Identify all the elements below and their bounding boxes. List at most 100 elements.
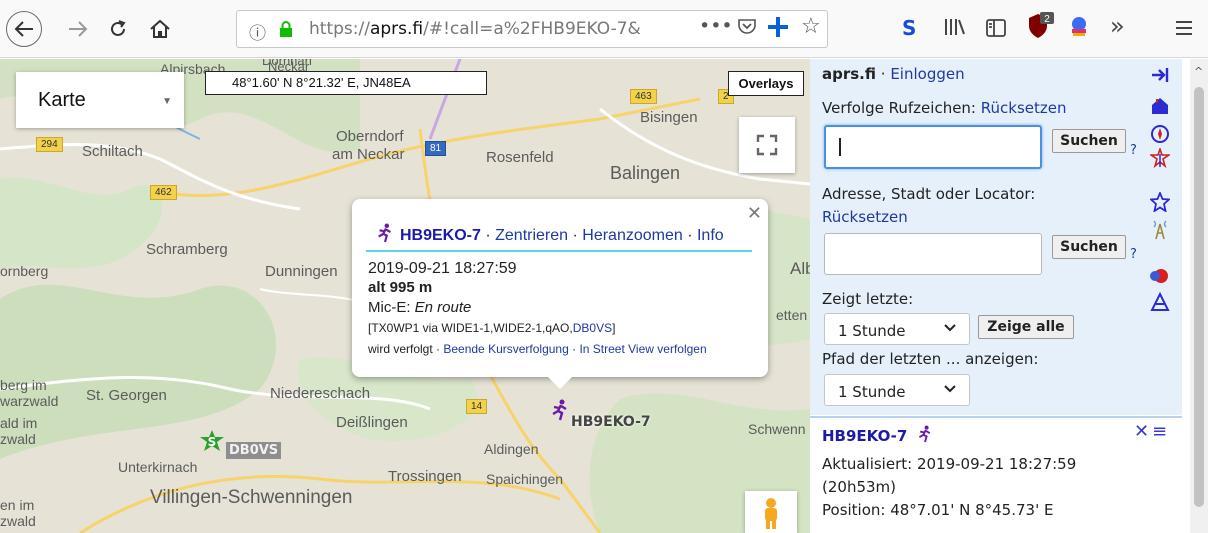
runner-icon — [918, 425, 930, 443]
place-label: Niedereschach — [270, 385, 371, 402]
path-prefix: [TX0WP1 via WIDE1-1,WIDE2-1,qAO, — [368, 321, 573, 335]
callsign-input[interactable] — [824, 125, 1042, 169]
antenna-star-icon[interactable] — [1148, 146, 1172, 170]
show-all-button[interactable]: Zeige alle — [978, 315, 1074, 339]
lock-icon[interactable] — [279, 21, 293, 37]
map-type-select[interactable]: Karte ▼ — [16, 72, 184, 128]
path-duration-value: 1 Stunde — [838, 383, 906, 401]
ublock-badge-count: 2 — [1044, 14, 1050, 25]
weather-icon[interactable] — [1148, 266, 1172, 288]
house-icon[interactable] — [1148, 96, 1172, 118]
triangle-icon[interactable] — [1148, 291, 1172, 314]
position-text: Position: 48°7.01' N 8°45.73' E — [822, 501, 1054, 519]
ublock-icon[interactable]: 2 — [1026, 10, 1056, 45]
info-icon[interactable]: ⓘ — [249, 19, 266, 44]
station-header: HB9EKO-7 — [822, 425, 933, 445]
sidebar-icon[interactable] — [986, 18, 1006, 42]
road-shield: 81 — [425, 141, 447, 156]
show-last-value: 1 Stunde — [838, 322, 906, 340]
stop-tracking-link[interactable]: Beende Kursverfolgung — [443, 342, 568, 356]
popup-header: HB9EKO-7 · Zentrieren · Heranzoomen · In… — [376, 223, 724, 245]
scrollbar-thumb[interactable] — [1194, 87, 1204, 507]
plus-icon[interactable] — [765, 14, 791, 45]
url-prefix: https:// — [309, 19, 370, 39]
search-button[interactable]: Suchen — [1052, 129, 1126, 153]
reset-link[interactable]: Rücksetzen — [981, 99, 1067, 117]
station-info-popup: ✕ HB9EKO-7 · Zentrieren · Heranzoomen · … — [352, 199, 768, 389]
address-input[interactable] — [824, 233, 1042, 275]
fullscreen-icon[interactable] — [739, 117, 795, 173]
extension-icon[interactable] — [1068, 14, 1090, 43]
forward-arrow-icon[interactable] — [60, 11, 96, 47]
search-address-button[interactable]: Suchen — [1052, 235, 1126, 259]
station-marker[interactable] — [550, 399, 570, 425]
updated-ago-text: (20h53m) — [822, 478, 896, 496]
place-label: Villingen-Schwenningen — [150, 487, 353, 508]
place-label: Rosenfeld — [486, 149, 554, 166]
more-icon[interactable]: ••• — [699, 15, 733, 37]
place-label: St. Georgen — [86, 387, 167, 404]
site-name: aprs.fi — [822, 65, 877, 83]
station-label[interactable]: DB0VS — [226, 442, 282, 459]
station-callsign[interactable]: HB9EKO-7 — [822, 427, 907, 445]
hamburger-menu-icon[interactable] — [1174, 18, 1194, 42]
popup-altitude: alt 995 m — [368, 279, 433, 296]
station-marker[interactable]: S — [198, 429, 226, 457]
separator: · — [568, 227, 583, 244]
help-link[interactable]: ? — [1130, 247, 1137, 262]
place-label: Trossingen — [388, 468, 462, 485]
menu-icon[interactable]: ≡ — [1152, 421, 1167, 442]
popup-timestamp: 2019-09-21 18:27:59 — [368, 260, 517, 277]
reset-address-link[interactable]: Rücksetzen — [822, 208, 908, 226]
separator: · — [682, 227, 697, 244]
sidebar-s-icon[interactable]: S — [902, 16, 916, 40]
close-icon[interactable]: ✕ — [747, 203, 762, 224]
path-link-db0vs[interactable]: DB0VS — [573, 321, 612, 335]
street-view-pegman-icon[interactable] — [745, 491, 797, 533]
url-bar[interactable]: ⓘ https://aprs.fi/#!call=a%2FHB9EKO-7& •… — [236, 10, 828, 48]
place-label: zwald — [0, 431, 36, 447]
station-label[interactable]: HB9EKO-7 — [571, 414, 651, 430]
popup-callsign[interactable]: HB9EKO-7 — [400, 227, 481, 244]
place-label: ornberg — [0, 263, 49, 279]
place-label: Aldingen — [484, 441, 539, 457]
path-duration-select[interactable]: 1 Stunde — [824, 374, 970, 406]
compass-icon[interactable] — [1148, 124, 1172, 146]
show-last-select[interactable]: 1 Stunde — [824, 313, 970, 345]
separator: · — [432, 342, 444, 356]
popup-divider — [366, 250, 752, 252]
collapse-arrow-icon[interactable] — [1148, 66, 1172, 88]
mice-label: Mic-E: — [368, 299, 415, 316]
updated-text: Aktualisiert: 2019-09-21 18:27:59 — [822, 455, 1077, 473]
sidebar-icon-rail — [1148, 62, 1178, 322]
pocket-icon[interactable] — [737, 16, 757, 41]
help-link[interactable]: ? — [1130, 143, 1137, 158]
home-icon[interactable] — [142, 11, 178, 47]
reload-icon[interactable] — [100, 11, 136, 47]
center-link[interactable]: Zentrieren — [495, 227, 568, 244]
info-link[interactable]: Info — [697, 227, 724, 244]
svg-text:S: S — [208, 435, 217, 449]
star-icon[interactable] — [1148, 190, 1172, 214]
map-type-value: Karte — [38, 88, 86, 111]
street-view-link[interactable]: In Street View verfolgen — [579, 342, 706, 356]
place-label: Schramberg — [146, 241, 228, 258]
runner-icon — [552, 399, 567, 421]
zoom-in-link[interactable]: Heranzoomen — [582, 227, 683, 244]
overflow-icon[interactable]: » — [1110, 12, 1125, 40]
close-station-icon[interactable]: ✕ — [1134, 421, 1149, 442]
sidebar: aprs.fi · Einloggen Verfolge Rufzeichen:… — [810, 59, 1182, 533]
login-link[interactable]: Einloggen — [890, 65, 964, 83]
overlays-button[interactable]: Overlays — [728, 71, 804, 96]
place-label: Oberndorf — [336, 128, 404, 145]
sidebar-scrollbar[interactable]: ^ — [1190, 59, 1208, 533]
tower-icon[interactable] — [1148, 218, 1172, 240]
scroll-up-icon[interactable]: ^ — [1194, 65, 1203, 78]
chevron-down-icon — [943, 321, 957, 337]
separator: · — [480, 227, 496, 244]
back-arrow-icon[interactable] — [6, 11, 42, 47]
library-icon[interactable] — [944, 17, 966, 42]
star-icon[interactable]: ☆ — [801, 14, 821, 39]
map[interactable]: Alpirsbach Dornhan Neckar Bisingen Obern… — [0, 59, 810, 533]
place-label: Unterkirnach — [118, 459, 198, 475]
